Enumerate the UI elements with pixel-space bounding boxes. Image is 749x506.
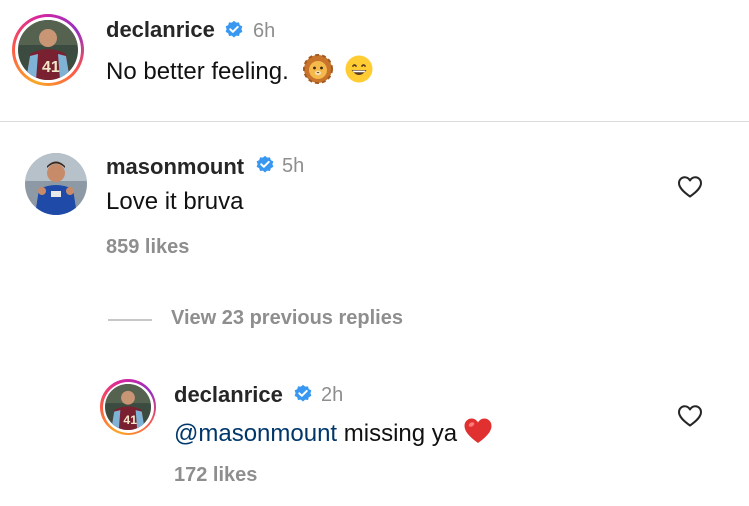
comment-text: Love it bruva bbox=[106, 188, 244, 215]
reply-time: 2h bbox=[321, 384, 344, 406]
like-heart-icon[interactable] bbox=[677, 404, 703, 428]
comment-likes[interactable]: 859 likes bbox=[106, 236, 189, 259]
divider bbox=[0, 121, 749, 122]
declanrice-photo: 41 bbox=[18, 20, 78, 80]
reply-text: missing ya bbox=[337, 419, 458, 447]
caption-text-row: No better feeling. bbox=[106, 54, 374, 91]
caption-avatar[interactable]: 41 bbox=[12, 14, 84, 86]
verified-badge-icon bbox=[225, 20, 243, 38]
comment-avatar[interactable] bbox=[25, 153, 87, 215]
declanrice-photo: 41 bbox=[105, 384, 151, 430]
replies-line bbox=[108, 319, 152, 321]
verified-badge-icon bbox=[294, 384, 312, 402]
caption-username[interactable]: declanrice bbox=[106, 17, 215, 43]
red-heart-icon bbox=[462, 416, 494, 453]
like-heart-icon[interactable] bbox=[677, 175, 703, 199]
reply-username[interactable]: declanrice bbox=[174, 382, 283, 408]
reply-likes[interactable]: 172 likes bbox=[174, 464, 257, 487]
reply-avatar[interactable]: 41 bbox=[100, 379, 156, 435]
svg-text:41: 41 bbox=[123, 413, 137, 427]
verified-badge-icon bbox=[256, 155, 274, 173]
reply-mention-link[interactable]: @masonmount bbox=[174, 420, 337, 447]
caption-time: 6h bbox=[253, 20, 276, 42]
masonmount-photo bbox=[25, 153, 87, 215]
svg-text:41: 41 bbox=[42, 59, 60, 76]
reply-text-row: @masonmount missing ya bbox=[174, 416, 494, 453]
grinning-face-icon bbox=[344, 54, 374, 91]
comment-time: 5h bbox=[282, 155, 305, 177]
view-replies-button[interactable]: View 23 previous replies bbox=[171, 307, 403, 330]
lion-face-icon bbox=[303, 54, 334, 91]
caption-text: No better feeling. bbox=[106, 57, 289, 85]
comment-username[interactable]: masonmount bbox=[106, 154, 244, 180]
